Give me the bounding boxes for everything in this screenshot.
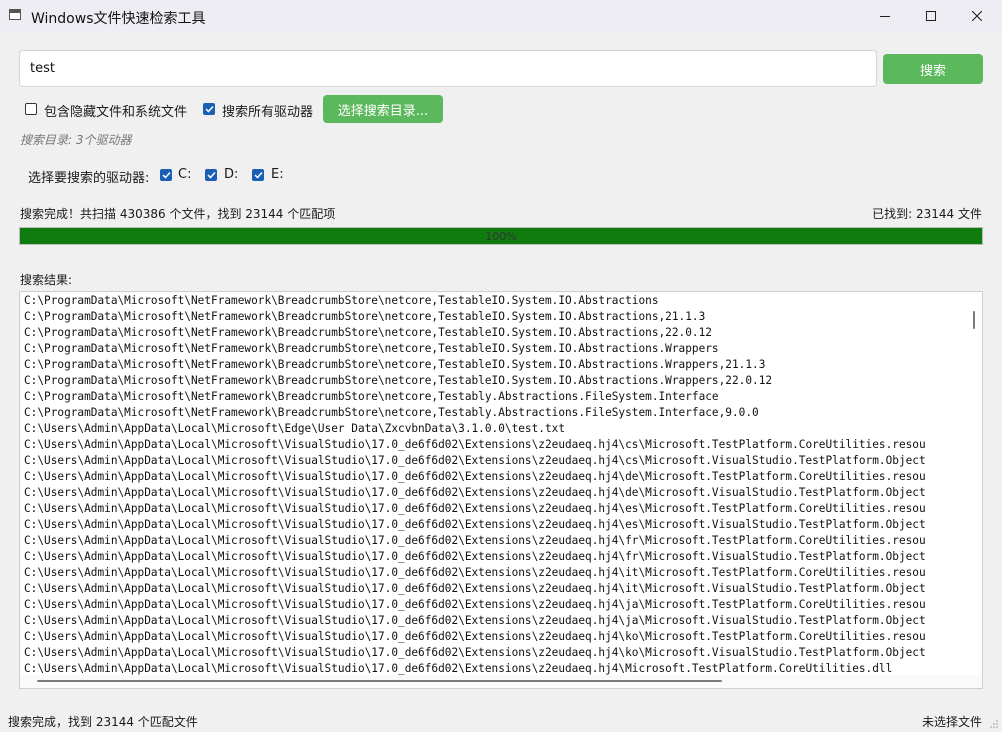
hidden-files-checkbox[interactable] bbox=[25, 103, 37, 115]
results-label: 搜索结果: bbox=[20, 273, 73, 287]
checkmark-icon bbox=[252, 169, 264, 181]
progress-bar: 100% bbox=[19, 227, 983, 245]
result-row[interactable]: C:\ProgramData\Microsoft\NetFramework\Br… bbox=[21, 341, 967, 357]
result-row[interactable]: C:\Users\Admin\AppData\Local\Microsoft\V… bbox=[21, 645, 967, 661]
search-status-text: 搜索完成！共扫描 430386 个文件，找到 23144 个匹配项 bbox=[20, 207, 336, 221]
result-row[interactable]: C:\ProgramData\Microsoft\NetFramework\Br… bbox=[21, 389, 967, 405]
result-row[interactable]: C:\Users\Admin\AppData\Local\Microsoft\V… bbox=[21, 629, 967, 645]
result-row[interactable]: C:\ProgramData\Microsoft\NetFramework\Br… bbox=[21, 357, 967, 373]
maximize-button[interactable] bbox=[908, 0, 954, 32]
horizontal-scrollbar[interactable] bbox=[21, 675, 981, 687]
horizontal-scroll-thumb[interactable] bbox=[37, 680, 722, 682]
maximize-icon bbox=[926, 11, 936, 21]
progress-percent: 100% bbox=[485, 229, 517, 243]
result-row[interactable]: C:\Users\Admin\AppData\Local\Microsoft\V… bbox=[21, 469, 967, 485]
result-row[interactable]: C:\Users\Admin\AppData\Local\Microsoft\V… bbox=[21, 549, 967, 565]
minimize-button[interactable] bbox=[862, 0, 908, 32]
result-row[interactable]: C:\ProgramData\Microsoft\NetFramework\Br… bbox=[21, 293, 967, 309]
checkmark-icon bbox=[203, 103, 215, 115]
choose-directory-button[interactable]: 选择搜索目录... bbox=[323, 95, 443, 123]
drive-c-checkbox[interactable] bbox=[160, 169, 172, 181]
results-list[interactable]: C:\ProgramData\Microsoft\NetFramework\Br… bbox=[21, 293, 967, 675]
result-row[interactable]: C:\ProgramData\Microsoft\NetFramework\Br… bbox=[21, 309, 967, 325]
result-row[interactable]: C:\Users\Admin\AppData\Local\Microsoft\V… bbox=[21, 453, 967, 469]
result-row[interactable]: C:\Users\Admin\AppData\Local\Microsoft\V… bbox=[21, 501, 967, 517]
result-row[interactable]: C:\ProgramData\Microsoft\NetFramework\Br… bbox=[21, 373, 967, 389]
result-row[interactable]: C:\ProgramData\Microsoft\NetFramework\Br… bbox=[21, 405, 967, 421]
all-drives-checkbox[interactable] bbox=[203, 103, 215, 115]
hidden-files-label[interactable]: 包含隐藏文件和系统文件 bbox=[44, 101, 187, 120]
found-count-text: 已找到: 23144 文件 bbox=[872, 207, 982, 221]
result-row[interactable]: C:\Users\Admin\AppData\Local\Microsoft\V… bbox=[21, 437, 967, 453]
result-row[interactable]: C:\Users\Admin\AppData\Local\Microsoft\V… bbox=[21, 661, 967, 675]
result-row[interactable]: C:\Users\Admin\AppData\Local\Microsoft\V… bbox=[21, 485, 967, 501]
result-row[interactable]: C:\Users\Admin\AppData\Local\Microsoft\V… bbox=[21, 597, 967, 613]
result-row[interactable]: C:\Users\Admin\AppData\Local\Microsoft\V… bbox=[21, 533, 967, 549]
result-row[interactable]: C:\Users\Admin\AppData\Local\Microsoft\V… bbox=[21, 613, 967, 629]
results-panel[interactable]: C:\ProgramData\Microsoft\NetFramework\Br… bbox=[19, 291, 983, 689]
checkmark-icon bbox=[205, 169, 217, 181]
search-button[interactable]: 搜索 bbox=[883, 54, 983, 84]
drive-e-checkbox[interactable] bbox=[252, 169, 264, 181]
close-icon bbox=[972, 11, 982, 21]
drive-select-label: 选择要搜索的驱动器: bbox=[28, 171, 150, 186]
statusbar-message: 搜索完成，找到 23144 个匹配文件 bbox=[8, 715, 198, 729]
app-window-icon bbox=[9, 9, 21, 20]
result-row[interactable]: C:\Users\Admin\AppData\Local\Microsoft\V… bbox=[21, 565, 967, 581]
checkbox-unchecked-icon bbox=[25, 103, 37, 115]
drive-d-checkbox[interactable] bbox=[205, 169, 217, 181]
drive-d-label[interactable]: D: bbox=[224, 167, 238, 182]
search-input[interactable] bbox=[19, 50, 877, 87]
drive-c-label[interactable]: C: bbox=[178, 167, 191, 182]
statusbar-selection: 未选择文件 bbox=[921, 715, 982, 729]
search-directory-info: 搜索目录: 3个驱动器 bbox=[20, 133, 132, 147]
result-row[interactable]: C:\ProgramData\Microsoft\NetFramework\Br… bbox=[21, 325, 967, 341]
vertical-scrollbar[interactable] bbox=[967, 293, 981, 675]
result-row[interactable]: C:\Users\Admin\AppData\Local\Microsoft\V… bbox=[21, 581, 967, 597]
title-bar[interactable]: Windows文件快速检索工具 bbox=[0, 0, 1002, 32]
checkmark-icon bbox=[160, 169, 172, 181]
result-row[interactable]: C:\Users\Admin\AppData\Local\Microsoft\V… bbox=[21, 517, 967, 533]
minimize-icon bbox=[880, 16, 890, 17]
drive-e-label[interactable]: E: bbox=[271, 167, 284, 182]
vertical-scroll-thumb[interactable] bbox=[973, 311, 975, 329]
resize-grip-icon[interactable] bbox=[989, 719, 999, 729]
close-button[interactable] bbox=[954, 0, 1000, 32]
all-drives-label[interactable]: 搜索所有驱动器 bbox=[222, 101, 313, 120]
window-title: Windows文件快速检索工具 bbox=[31, 11, 206, 27]
result-row[interactable]: C:\Users\Admin\AppData\Local\Microsoft\E… bbox=[21, 421, 967, 437]
